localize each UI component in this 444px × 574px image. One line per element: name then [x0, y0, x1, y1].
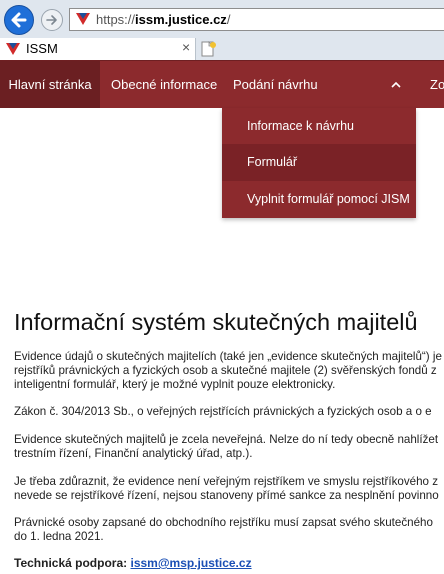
dropdown-item-form-info[interactable]: Informace k návrhu: [222, 108, 416, 144]
tab-title: ISSM: [26, 41, 58, 56]
support-email-link[interactable]: issm@msp.justice.cz: [130, 556, 251, 570]
tab-close-icon[interactable]: ×: [182, 39, 190, 55]
arrow-left-icon: [11, 12, 27, 28]
url-text: https://issm.justice.cz/: [96, 12, 231, 27]
nav-item-home[interactable]: Hlavní stránka: [0, 61, 100, 108]
browser-tab[interactable]: ISSM ×: [0, 38, 196, 60]
chevron-up-icon[interactable]: [390, 61, 402, 108]
text-line: do 1. ledna 2021.: [14, 530, 104, 543]
new-tab-icon[interactable]: [200, 40, 218, 58]
nav-item-general-info[interactable]: Obecné informace: [111, 61, 217, 108]
url-field[interactable]: https://issm.justice.cz/: [69, 8, 444, 31]
page-title: Informační systém skutečných majitelů: [14, 309, 418, 335]
main-navigation: Hlavní stránka Obecné informace Podání n…: [0, 60, 444, 108]
text-line: rejstříků právnických a fyzických osob a…: [14, 364, 437, 377]
back-button[interactable]: [4, 5, 34, 35]
law-paragraph: Zákon č. 304/2013 Sb., o veřejných rejst…: [14, 405, 444, 419]
arrow-right-icon: [46, 15, 57, 25]
support-label: Technická podpora:: [14, 556, 128, 570]
text-line: Je třeba zdůraznit, že evidence není veř…: [14, 475, 438, 488]
submission-dropdown-menu: Informace k návrhu Formulář Vyplnit form…: [222, 108, 416, 218]
privacy-paragraph: Evidence skutečných majitelů je zcela ne…: [14, 433, 444, 461]
deadline-paragraph: Právnické osoby zapsané do obchodního re…: [14, 516, 444, 544]
text-line: inteligentní formulář, který je možné vy…: [14, 378, 336, 391]
tab-favicon-icon: [6, 43, 20, 55]
text-line: nevede se rejstříkové řízení, nejsou sta…: [14, 489, 439, 502]
browser-tab-strip: ISSM ×: [0, 38, 444, 60]
tech-support: Technická podpora: issm@msp.justice.cz: [14, 556, 252, 570]
dropdown-item-form[interactable]: Formulář: [222, 144, 416, 181]
nav-item-next[interactable]: Zo: [430, 61, 444, 108]
text-line: trestním řízení, Finanční analytický úřa…: [14, 447, 253, 460]
main-content: Informační systém skutečných majitelů Ev…: [14, 305, 444, 570]
forward-button[interactable]: [41, 9, 63, 31]
dropdown-item-fill-jism[interactable]: Vyplnit formulář pomocí JISM: [222, 181, 416, 218]
text-line: Evidence údajů o skutečných majitelích (…: [14, 350, 442, 363]
registry-paragraph: Je třeba zdůraznit, že evidence není veř…: [14, 475, 444, 503]
text-line: Právnické osoby zapsané do obchodního re…: [14, 516, 433, 529]
nav-item-submission[interactable]: Podání návrhu: [233, 61, 318, 108]
text-line: Zákon č. 304/2013 Sb., o veřejných rejst…: [14, 405, 432, 418]
text-line: Evidence skutečných majitelů je zcela ne…: [14, 433, 439, 446]
site-favicon-icon: [76, 13, 90, 25]
intro-paragraph: Evidence údajů o skutečných majitelích (…: [14, 350, 444, 392]
browser-address-bar: https://issm.justice.cz/: [0, 0, 444, 38]
